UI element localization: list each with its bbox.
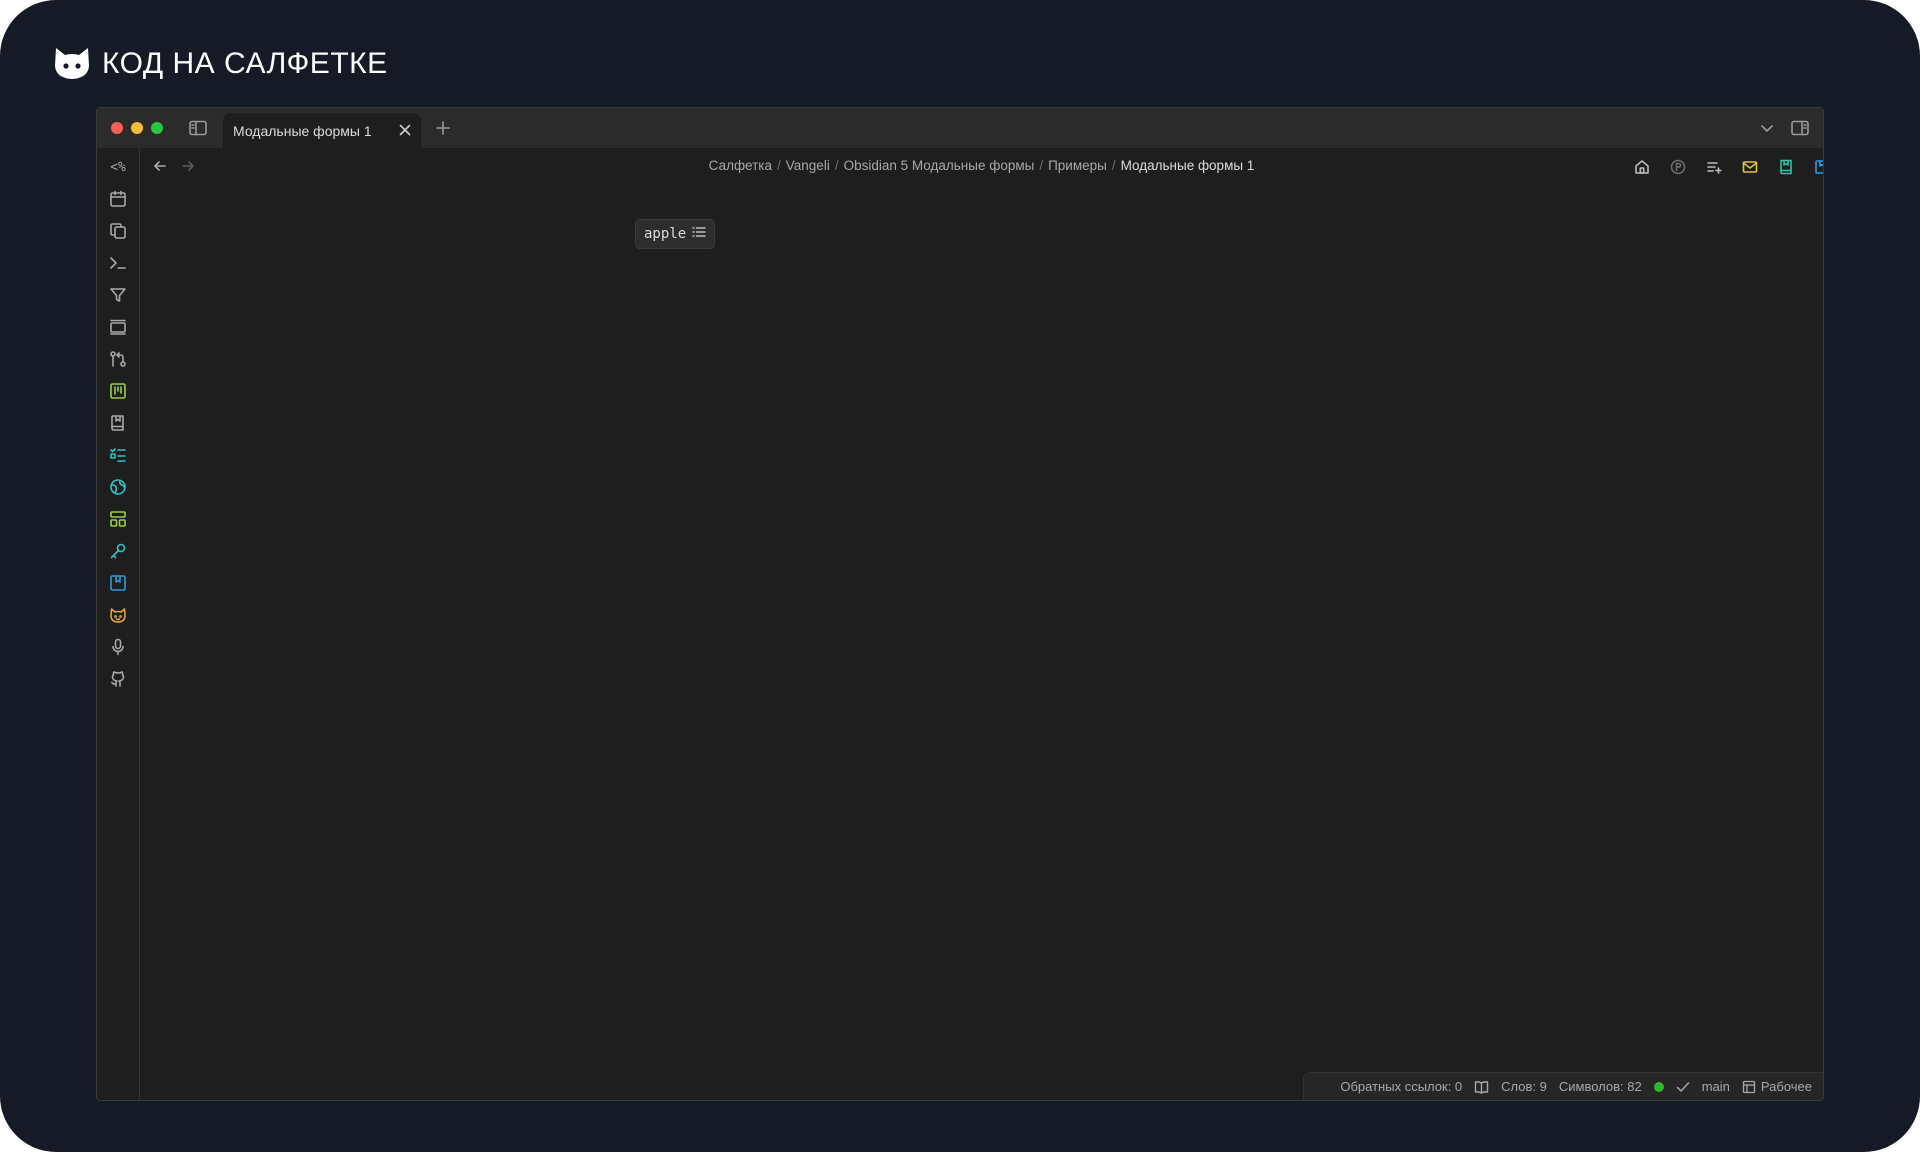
brand: КОД НА САЛФЕТКЕ (52, 44, 388, 84)
title-bar: Модальные формы 1 (97, 108, 1823, 148)
cat-face-icon (52, 42, 92, 87)
word-count: Слов: 9 (1501, 1079, 1547, 1094)
bookmark-green-icon[interactable] (1775, 156, 1797, 178)
layout-icon[interactable] (107, 508, 129, 530)
calendar-icon[interactable] (107, 188, 129, 210)
tab-list-chevron-down-icon[interactable] (1757, 118, 1777, 138)
github-icon[interactable] (107, 668, 129, 690)
app-window: Модальные формы 1 <% Салфетка / Vangeli … (96, 107, 1824, 1101)
check-icon[interactable] (1676, 1081, 1690, 1093)
window-controls (111, 122, 163, 134)
sidebar-toggle-icon[interactable] (188, 118, 208, 138)
char-count: Символов: 82 (1558, 1079, 1642, 1094)
tab-active-note[interactable]: Модальные формы 1 (223, 113, 421, 148)
view-header: Салфетка / Vangeli / Obsidian 5 Модальные фо… (140, 148, 1823, 184)
breadcrumb-separator: / (1039, 158, 1044, 173)
copy-icon[interactable] (107, 220, 129, 242)
workspace-label: Рабочее (1760, 1079, 1812, 1094)
maximize-window-button[interactable] (151, 122, 163, 134)
home-icon[interactable] (1631, 156, 1653, 178)
left-ribbon: <% (97, 148, 140, 1100)
minimize-window-button[interactable] (131, 122, 143, 134)
bookmark-box-icon[interactable] (107, 572, 129, 594)
sync-status-dot[interactable] (1653, 1081, 1664, 1092)
list-icon[interactable] (692, 225, 706, 243)
breadcrumb-separator: / (1111, 158, 1116, 173)
filter-icon[interactable] (107, 284, 129, 306)
breadcrumb-item[interactable]: Салфетка (709, 158, 772, 173)
breadcrumb: Салфетка / Vangeli / Obsidian 5 Модальные фо… (140, 158, 1823, 173)
breadcrumb-current[interactable]: Модальные формы 1 (1121, 158, 1255, 173)
slides-icon[interactable] (107, 316, 129, 338)
close-tab-icon[interactable] (397, 122, 413, 143)
templater-icon[interactable]: <% (107, 156, 129, 178)
breadcrumb-item[interactable]: Obsidian 5 Модальные формы (844, 158, 1035, 173)
backlinks-count[interactable]: Обратных ссылок: 0 (1340, 1079, 1462, 1094)
close-window-button[interactable] (111, 122, 123, 134)
templater-label: <% (110, 159, 126, 175)
breadcrumb-item[interactable]: Vangeli (786, 158, 830, 173)
status-bar: Обратных ссылок: 0 Слов: 9 Символов: 82 … (1303, 1072, 1823, 1100)
mail-icon[interactable] (1739, 156, 1761, 178)
layout-icon (1742, 1080, 1756, 1093)
book-icon[interactable] (107, 412, 129, 434)
tab-label: Модальные формы 1 (233, 122, 372, 139)
git-branch[interactable]: main (1702, 1079, 1730, 1094)
right-sidebar-toggle-icon[interactable] (1789, 118, 1811, 138)
reading-view-book-icon[interactable] (1474, 1080, 1489, 1094)
brand-title: КОД НА САЛФЕТКЕ (102, 47, 388, 80)
globe-icon[interactable] (107, 476, 129, 498)
tag-label: apple (644, 226, 687, 242)
breadcrumb-item[interactable]: Примеры (1048, 158, 1107, 173)
git-compare-icon[interactable] (107, 348, 129, 370)
checklist-icon[interactable] (107, 444, 129, 466)
cat-icon[interactable] (107, 604, 129, 626)
kanban-icon[interactable] (107, 380, 129, 402)
breadcrumb-separator: / (834, 158, 839, 173)
apple-tag[interactable]: apple (635, 219, 716, 249)
microphone-icon[interactable] (107, 636, 129, 658)
bookmark-blue-icon[interactable] (1811, 156, 1823, 178)
key-icon[interactable] (107, 540, 129, 562)
new-tab-icon[interactable] (433, 118, 453, 138)
terminal-icon[interactable] (107, 252, 129, 274)
workspace-switcher[interactable]: Рабочее (1742, 1079, 1812, 1094)
list-add-icon[interactable] (1703, 156, 1725, 178)
screenshot-frame: КОД НА САЛФЕТКЕ Модальные формы 1 <% Сал… (0, 0, 1920, 1152)
coin-icon[interactable] (1667, 156, 1689, 178)
breadcrumb-separator: / (777, 158, 781, 173)
